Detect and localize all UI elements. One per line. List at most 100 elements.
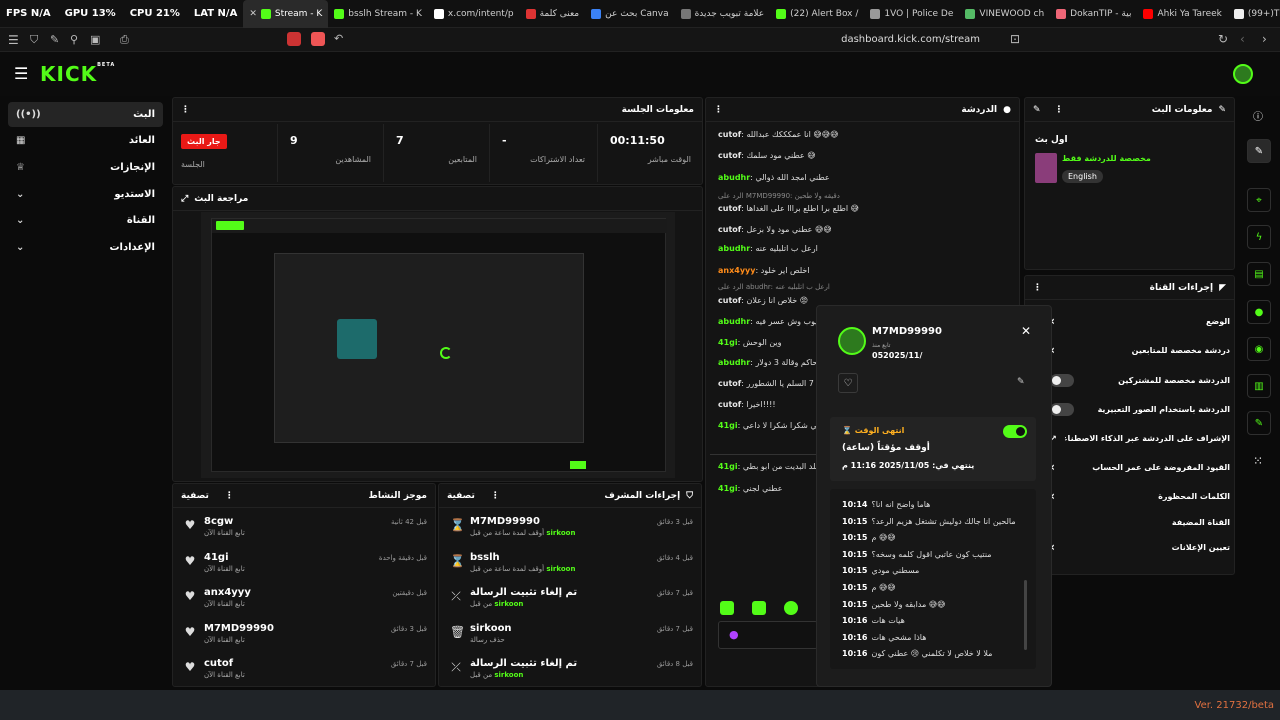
edit-icon[interactable]: ✎ [1033,105,1041,115]
kick-logo[interactable]: KICKBETA [40,62,115,86]
nav-item[interactable]: ⌄ القناة [8,208,163,233]
chat-username[interactable]: 41gi [718,338,738,347]
activity-user[interactable]: anx4yyy [204,587,251,598]
close-icon[interactable]: ✕ [1021,324,1031,338]
extensions-icon[interactable]: ✎ [50,33,59,46]
channel-action-row[interactable]: الدردشة باستخدام الصور التعبيرية [1050,399,1230,419]
modactions-filter[interactable]: تصفية [447,491,475,501]
browser-tab[interactable]: علامة تبويب جديدة [675,0,771,28]
chat-message[interactable]: cutof: اطلع برا اطلع برااا على الغداها 😅 [718,204,1008,213]
emote-icon[interactable] [720,601,734,615]
back-icon[interactable]: ‹ [1240,32,1245,46]
chat-username[interactable]: cutof [718,204,741,213]
brave-shield-icon[interactable] [311,32,325,46]
popup-username[interactable]: M7MD99990 [872,326,942,337]
browser-tab[interactable]: ✕ Stream - K [243,0,329,28]
pin-icon[interactable]: ✎ [1017,377,1025,387]
chat-input[interactable]: ● [718,621,818,649]
chat-menu-icon[interactable]: ⋮ [714,105,723,115]
chat-message[interactable]: cutof: خلاص انا زعلان 😡 [718,296,1008,305]
category-name[interactable]: مخصصة للدردشة فقط [1062,154,1151,163]
activity-row[interactable]: ♥ M7MD99990 تابع القناة الآن قبل 3 دقائق [184,623,429,657]
chat-username[interactable]: abudhr [718,244,750,253]
avatar[interactable] [1233,64,1253,84]
close-tab-icon[interactable]: ✕ [249,9,257,19]
channel-action-row[interactable]: القيود المفروضة على عمر الحساب › [1050,457,1230,477]
modaction-row[interactable]: 🗑 sirkoon حذف رسالة قبل 7 دقائق [450,623,695,657]
chat-message[interactable]: cutof: عطني مود ولا بزعل 😅😅 [718,225,1008,234]
chat-username[interactable]: cutof [718,400,741,409]
moderator-name[interactable]: sirkoon [494,671,523,679]
chat-username[interactable]: cutof [718,296,741,305]
chat-username[interactable]: 41gi [718,484,738,493]
mic-icon[interactable]: ● [729,628,739,641]
channel-action-row[interactable]: تعيين الإعلانات › [1050,537,1230,557]
chat-bubble-icon[interactable]: ● [1247,300,1271,324]
activity-menu-icon[interactable]: ⋮ [225,491,234,501]
chat-message[interactable]: cutof: عطني مود سلمك 😅 [718,151,1008,160]
chat-message[interactable]: cutof: انا عمكككك عبدالله 😅😅😅 [718,130,1008,139]
edit-icon[interactable]: ✎ [1247,139,1271,163]
bookmark-icon[interactable]: ⊡ [1010,32,1020,46]
timeout-toggle[interactable] [1003,425,1027,438]
browser-tab[interactable]: (22) Alert Box / [770,0,864,28]
more-icon[interactable]: ⋮ [181,105,190,115]
streaminfo-menu-icon[interactable]: ⋮ [1055,105,1064,115]
nav-item[interactable]: ((•)) البث [8,102,163,127]
activity-filter[interactable]: تصفية [181,491,209,501]
reload-icon[interactable]: ↻ [1218,32,1228,46]
browser-tab[interactable]: بحث عن Canva [585,0,674,28]
info-icon[interactable]: ⓘ [1253,108,1263,123]
chat-username[interactable]: 41gi [718,462,738,471]
nav-item[interactable]: ⌄ الإعدادات [8,235,163,260]
chat-username[interactable]: cutof [718,151,741,160]
browser-tab[interactable]: x.com/intent/p [428,0,520,28]
expand-icon[interactable]: ⤢ [181,194,188,204]
chat-username[interactable]: abudhr [718,358,750,367]
channel-action-row[interactable]: الوضع › [1050,311,1230,331]
nav-item[interactable]: ♕ الإنجازات [8,155,163,180]
moderator-name[interactable]: sirkoon [546,529,575,537]
document-icon[interactable]: ▤ [1247,262,1271,286]
chat-username[interactable]: cutof [718,130,741,139]
channel-action-row[interactable]: دردشة مخصصة للمتابعين › [1050,340,1230,360]
browser-tab[interactable]: Ahki Ya Tareek [1137,0,1227,28]
url-text[interactable]: dashboard.kick.com/stream [780,34,980,45]
wrench-icon[interactable]: ✎ [1247,411,1271,435]
activity-row[interactable]: ♥ 41gi تابع القناة الآن قبل دقيقة واحدة [184,552,429,586]
chat-message[interactable]: abudhr: عطني امجد الله ذوالي [718,173,1008,182]
browser-tab[interactable]: معنى كلمة [520,0,586,28]
chat-username[interactable]: abudhr [718,317,750,326]
chat-username[interactable]: cutof [718,379,741,388]
hamburger-icon[interactable]: ☰ [14,64,28,83]
screenshot-icon[interactable]: ⎙ [120,33,129,47]
chat-message[interactable]: anx4yyy: اخلص اير خلود [718,266,1008,275]
activity-user[interactable]: 8cgw [204,516,245,527]
activity-row[interactable]: ♥ 8cgw تابع القناة الآن قبل 42 ثانية [184,516,429,550]
activity-user[interactable]: cutof [204,658,245,669]
browser-tab[interactable]: (99+)TikTok - M [1228,0,1280,28]
emote-icon[interactable] [752,601,766,615]
broadcast-icon[interactable]: ◉ [1247,337,1271,361]
menu-icon[interactable]: ☰ [8,33,19,47]
activity-user[interactable]: 41gi [204,552,245,563]
browser-tab[interactable]: DokanTIP - بية [1050,0,1137,28]
channel-action-row[interactable]: القناة المضيفة [1050,512,1230,532]
toggle-switch[interactable] [1050,402,1074,416]
moderator-name[interactable]: sirkoon [494,600,523,608]
scan-icon[interactable]: ⌖ [1247,188,1271,212]
activity-row[interactable]: ♥ cutof تابع القناة الآن قبل 7 دقائق [184,658,429,692]
nav-item[interactable]: ⌄ الاستديو [8,182,163,207]
modaction-row[interactable]: ⤫ تم إلغاء تثبيت الرسالة من قبل sirkoon قبل… [450,658,695,692]
ad-block-icon[interactable] [287,32,301,46]
heart-icon[interactable]: ♡ [838,373,858,393]
channel-action-row[interactable]: الكلمات المحظورة › [1050,486,1230,506]
emote-icon[interactable] [784,601,798,615]
sidebar-icon[interactable]: ▣ [90,33,100,46]
modactions-menu-icon[interactable]: ⋮ [491,491,500,501]
chat-username[interactable]: 41gi [718,421,738,430]
chat-message[interactable]: abudhr: ارعل ب اتلبليه عنه [718,244,1008,253]
chat-username[interactable]: abudhr [718,173,750,182]
chat-username[interactable]: anx4yyy [718,266,755,275]
channel-action-row[interactable]: الدردشة مخصصة للمشتركين [1050,370,1230,390]
